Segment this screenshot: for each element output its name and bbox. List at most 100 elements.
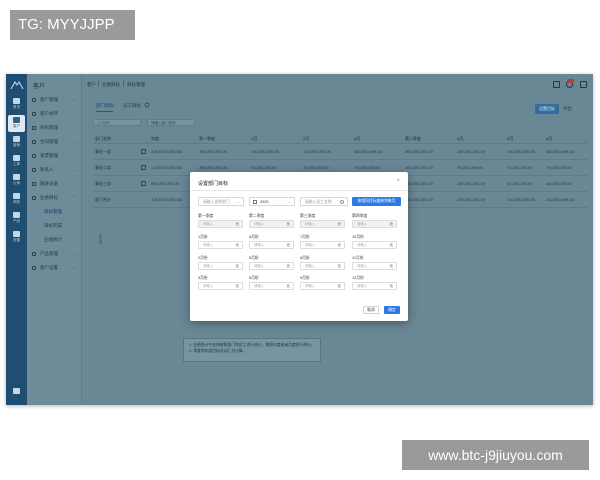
chevron-down-icon: ⌄ xyxy=(236,199,240,204)
target-amount-input[interactable]: 请输入元 xyxy=(300,282,345,290)
sidebar-item-1[interactable]: 客户 xyxy=(8,115,25,132)
sidebar-item-3[interactable]: 工单 xyxy=(8,153,25,170)
target-field-label: 6月份 xyxy=(249,276,259,280)
sidebar-item-0[interactable]: 首页 xyxy=(8,96,25,113)
table-header-row: 部门名称 年度 第一季度 1月 2月 3月 第二季度 4月 5月 6月 xyxy=(93,134,588,144)
set-target-button[interactable]: 设置目标 xyxy=(535,104,559,114)
target-field-label: 3月份 xyxy=(198,276,208,280)
tab-employee-target[interactable]: 员工目标 xyxy=(123,103,141,109)
table-cell: 300,000,000.00 xyxy=(405,181,433,186)
menu-item-label: 合同管理 xyxy=(40,139,58,144)
target-field-label: 第三季度 xyxy=(300,214,316,218)
table-cell: 70,000,000.00 xyxy=(457,165,483,170)
chevron-down-icon: ⌄ xyxy=(72,265,76,270)
currency-unit: 元 xyxy=(286,284,290,288)
product-icon xyxy=(13,212,20,218)
menu-subitem[interactable]: 目标管理 xyxy=(31,207,79,217)
menu-item[interactable]: 客户设置 ⌄ xyxy=(31,263,79,273)
settings-icon xyxy=(13,231,20,237)
menu-item-label: 跟进记录 xyxy=(40,181,58,186)
menu-item-icon xyxy=(32,252,36,256)
table-row[interactable]: 事业一部 3,000,000,000.00 300,000,000.00 100,00… xyxy=(93,144,588,160)
refresh-icon[interactable] xyxy=(144,102,150,108)
table-header-cell: 6月 xyxy=(546,136,553,141)
tab-department-target[interactable]: 部门目标 xyxy=(96,103,114,109)
side-bottom-icon[interactable] xyxy=(8,386,25,403)
table-header-cell: 第二季度 xyxy=(405,136,421,141)
currency-unit: 元 xyxy=(286,222,290,226)
currency-unit: 元 xyxy=(235,264,239,268)
department-select[interactable]: 请输入选择部门 ⌄ xyxy=(198,197,244,206)
edit-icon[interactable] xyxy=(141,165,146,170)
menu-item[interactable]: 业绩目标 ⌃ xyxy=(31,193,79,203)
close-icon[interactable]: × xyxy=(396,178,400,184)
table-cell: 事业一部 xyxy=(95,149,111,154)
breadcrumb-item-1[interactable]: 客户 xyxy=(87,82,96,88)
menu-subitem[interactable]: 业绩统计 xyxy=(31,235,79,245)
currency-unit: 元 xyxy=(389,243,393,247)
target-amount-input[interactable]: 请输入元 xyxy=(352,220,397,228)
menu-item[interactable]: 合同管理 ⌄ xyxy=(31,137,79,147)
menu-item[interactable]: 跟进记录 xyxy=(31,179,79,189)
menu-item[interactable]: 客户管理 ⌄ xyxy=(31,95,79,105)
cancel-button[interactable]: 取消 xyxy=(363,306,379,314)
target-amount-input[interactable]: 请输入元 xyxy=(352,282,397,290)
department-filter[interactable]: 请输入部门名称 xyxy=(147,119,195,126)
ok-button[interactable]: 确定 xyxy=(384,306,400,314)
menu-item-icon xyxy=(32,98,36,102)
purchase-icon xyxy=(13,193,20,199)
table-header-cell: 3月 xyxy=(354,136,361,141)
target-amount-input[interactable]: 请输入元 xyxy=(300,220,345,228)
menu-item[interactable]: 发票管理 xyxy=(31,151,79,161)
currency-unit: 元 xyxy=(337,284,341,288)
menu-item-icon xyxy=(32,168,36,172)
target-amount-input[interactable]: 请输入元 xyxy=(198,282,243,290)
edit-icon[interactable] xyxy=(141,181,146,186)
target-field-label: 12月份 xyxy=(352,276,364,280)
year-filter[interactable]: ▢ 2025 xyxy=(93,119,141,126)
breadcrumb-item-3[interactable]: 目标管理 xyxy=(127,82,145,88)
edit-icon[interactable] xyxy=(141,149,146,154)
target-amount-input[interactable]: 请输入元 xyxy=(352,241,397,249)
target-amount-input[interactable]: 请输入元 xyxy=(300,262,345,270)
sidebar-item-label: 营销 xyxy=(13,143,20,147)
menu-item[interactable]: 联系人 ⌄ xyxy=(31,165,79,175)
sidebar-item-label: 客户 xyxy=(13,124,20,128)
sidebar-item-2[interactable]: 营销 xyxy=(8,134,25,151)
calendar-icon xyxy=(253,200,257,204)
menu-item[interactable]: 客户关怀 xyxy=(31,109,79,119)
menu-subitem[interactable]: 目标完成 xyxy=(31,221,79,231)
target-amount-input[interactable]: 请输入元 xyxy=(249,262,294,270)
menu-item[interactable]: 商机管理 xyxy=(31,123,79,133)
currency-unit: 元 xyxy=(337,222,341,226)
export-button[interactable]: 导出 xyxy=(563,106,572,112)
target-amount-input[interactable]: 请输入元 xyxy=(198,220,243,228)
target-amount-input[interactable]: 请输入元 xyxy=(249,220,294,228)
hint-line-2: 2. 季度和年度目标自动汇总计算。 xyxy=(189,349,247,353)
menu-item[interactable]: 产品管理 ⌄ xyxy=(31,249,79,259)
target-amount-input[interactable]: 请输入元 xyxy=(198,241,243,249)
target-amount-input[interactable]: 请输入元 xyxy=(300,241,345,249)
sidebar-item-4[interactable]: 公海 xyxy=(8,172,25,189)
target-amount-input[interactable]: 请输入元 xyxy=(249,241,294,249)
breadcrumb-item-2[interactable]: 业绩目标 xyxy=(102,82,120,88)
sidebar-item-5[interactable]: 采购 xyxy=(8,191,25,208)
target-field-label: 9月份 xyxy=(300,276,310,280)
grid-icon[interactable] xyxy=(553,81,560,88)
target-amount-input[interactable]: 请输入元 xyxy=(198,262,243,270)
table-header-cell: 第一季度 xyxy=(199,136,215,141)
target-amount-input[interactable]: 请输入元 xyxy=(352,262,397,270)
hint-box: 1. 业绩统计中支持按照部门和员工进行统计，按照年度或者月度进行统计。 2. 季… xyxy=(183,338,321,362)
copy-to-months-button[interactable]: 按相同目标复制到每月 xyxy=(352,197,401,206)
employee-search-input[interactable]: 请输入员工名称 xyxy=(300,197,348,206)
user-icon[interactable] xyxy=(580,81,587,88)
secondary-menu: 客户 客户管理 ⌄ 客户关怀 商机管理 合同管理 ⌄ 发票管理 联系人 ⌄ 跟进记录 业绩目标 ⌃ 目标… xyxy=(27,74,102,405)
menu-item-icon xyxy=(32,154,36,158)
year-select[interactable]: 2025 ⌄ xyxy=(249,197,295,206)
sidebar-item-7[interactable]: 设置 xyxy=(8,229,25,246)
set-department-target-dialog: 设置部门目标 × 请输入选择部门 ⌄ 2025 ⌄ 请输入员工名称 按相同目标复… xyxy=(190,172,408,321)
sidebar-item-6[interactable]: 产品 xyxy=(8,210,25,227)
table-cell: 100,000,000.00 xyxy=(303,149,331,154)
target-amount-input[interactable]: 请输入元 xyxy=(249,282,294,290)
table-cell: 70,000,000.00 xyxy=(546,165,572,170)
